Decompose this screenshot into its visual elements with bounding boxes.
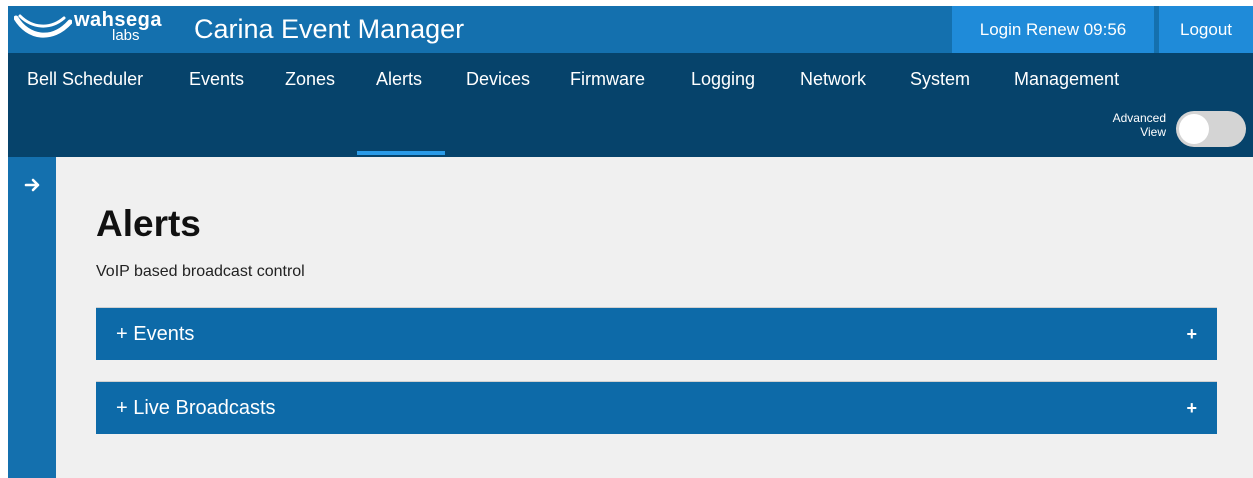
main-navigation: Bell Scheduler Events Zones Alerts Devic… (8, 53, 1253, 157)
advanced-view-toggle[interactable] (1176, 111, 1246, 147)
app-window: wahsega labs Carina Event Manager Login … (8, 6, 1253, 478)
nav-alerts[interactable]: Alerts (376, 68, 422, 90)
nav-firmware[interactable]: Firmware (570, 68, 645, 90)
wave-logo-icon (14, 14, 72, 38)
toggle-knob (1179, 114, 1209, 144)
nav-management[interactable]: Management (1014, 68, 1119, 90)
live-broadcasts-panel-header[interactable]: + Live Broadcasts + (96, 381, 1217, 434)
advanced-view-label-line2: View (1140, 125, 1166, 139)
expand-plus-icon[interactable]: + (1186, 382, 1197, 434)
page-title: Alerts (96, 203, 201, 244)
top-bar: wahsega labs Carina Event Manager Login … (8, 6, 1253, 53)
nav-logging[interactable]: Logging (691, 68, 755, 90)
nav-zones[interactable]: Zones (285, 68, 335, 90)
login-renew-button[interactable]: Login Renew 09:56 (952, 6, 1154, 53)
collapsed-sidebar (8, 157, 56, 478)
events-panel-label: + Events (116, 323, 195, 345)
app-title: Carina Event Manager (194, 14, 465, 44)
nav-devices[interactable]: Devices (466, 68, 530, 90)
nav-bell-scheduler[interactable]: Bell Scheduler (27, 68, 143, 90)
events-panel-header[interactable]: + Events + (96, 307, 1217, 360)
sidebar-expand-button[interactable] (18, 171, 46, 199)
logout-button[interactable]: Logout (1159, 6, 1253, 53)
wahsega-logo[interactable]: wahsega labs (14, 10, 184, 50)
arrow-right-icon (24, 178, 40, 192)
nav-events[interactable]: Events (189, 68, 244, 90)
live-broadcasts-panel-label: + Live Broadcasts (116, 397, 276, 419)
advanced-view-label: Advanced View (1078, 111, 1166, 139)
expand-plus-icon[interactable]: + (1186, 308, 1197, 360)
active-tab-indicator (357, 151, 445, 155)
logo-text-labs: labs (112, 27, 140, 44)
nav-system[interactable]: System (910, 68, 970, 90)
page-subtitle: VoIP based broadcast control (96, 263, 305, 280)
advanced-view-label-line1: Advanced (1112, 111, 1166, 125)
nav-network[interactable]: Network (800, 68, 866, 90)
